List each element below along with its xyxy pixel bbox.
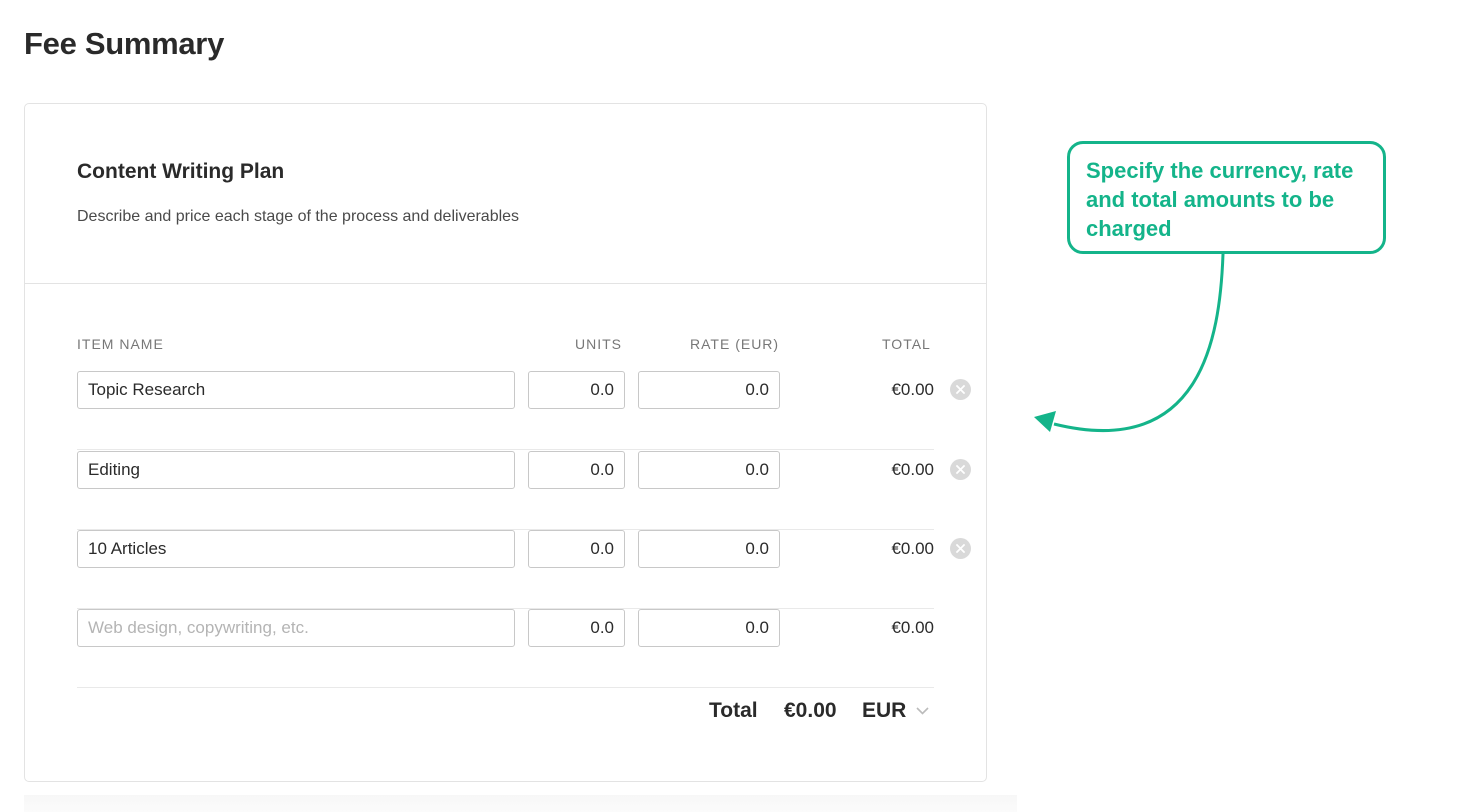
page-title: Fee Summary [24, 26, 225, 61]
currency-label: EUR [862, 699, 907, 722]
item-name-input[interactable] [77, 451, 515, 489]
close-circle-icon[interactable] [950, 379, 971, 400]
rate-input[interactable] [638, 371, 780, 409]
column-header-rate: RATE (EUR) [690, 336, 780, 352]
card-shadow [24, 795, 1017, 812]
close-circle-icon[interactable] [950, 459, 971, 480]
item-name-input[interactable] [77, 371, 515, 409]
row-total: €0.00 [891, 539, 934, 558]
row-total: €0.00 [891, 618, 934, 637]
column-header-units: UNITS [575, 336, 622, 352]
table-row: €0.00 [77, 530, 971, 609]
new-item-row: €0.00 [77, 609, 934, 688]
table-row: €0.00 [77, 371, 971, 450]
callout-annotation: Specify the currency, rate and total amo… [1067, 141, 1386, 254]
column-header-item: ITEM NAME [77, 336, 164, 352]
rate-input[interactable] [638, 530, 780, 568]
row-total: €0.00 [891, 380, 934, 399]
plan-title: Content Writing Plan [77, 160, 285, 183]
chevron-down-icon [916, 707, 929, 715]
row-total: €0.00 [891, 460, 934, 479]
total-label: Total [709, 699, 758, 722]
units-input[interactable] [528, 609, 625, 647]
units-input[interactable] [528, 530, 625, 568]
units-input[interactable] [528, 451, 625, 489]
column-header-total: TOTAL [882, 336, 931, 352]
table-row: €0.00 [77, 451, 971, 530]
units-input[interactable] [528, 371, 625, 409]
currency-select[interactable]: EUR [862, 699, 929, 723]
total-value: €0.00 [784, 699, 837, 722]
rate-input[interactable] [638, 451, 780, 489]
item-name-input[interactable] [77, 530, 515, 568]
card-header: Content Writing Plan Describe and price … [25, 104, 986, 284]
rate-input[interactable] [638, 609, 780, 647]
new-item-name-input[interactable] [77, 609, 515, 647]
fee-card: Content Writing Plan Describe and price … [24, 103, 987, 782]
close-circle-icon[interactable] [950, 538, 971, 559]
plan-description: Describe and price each stage of the pro… [77, 208, 520, 225]
